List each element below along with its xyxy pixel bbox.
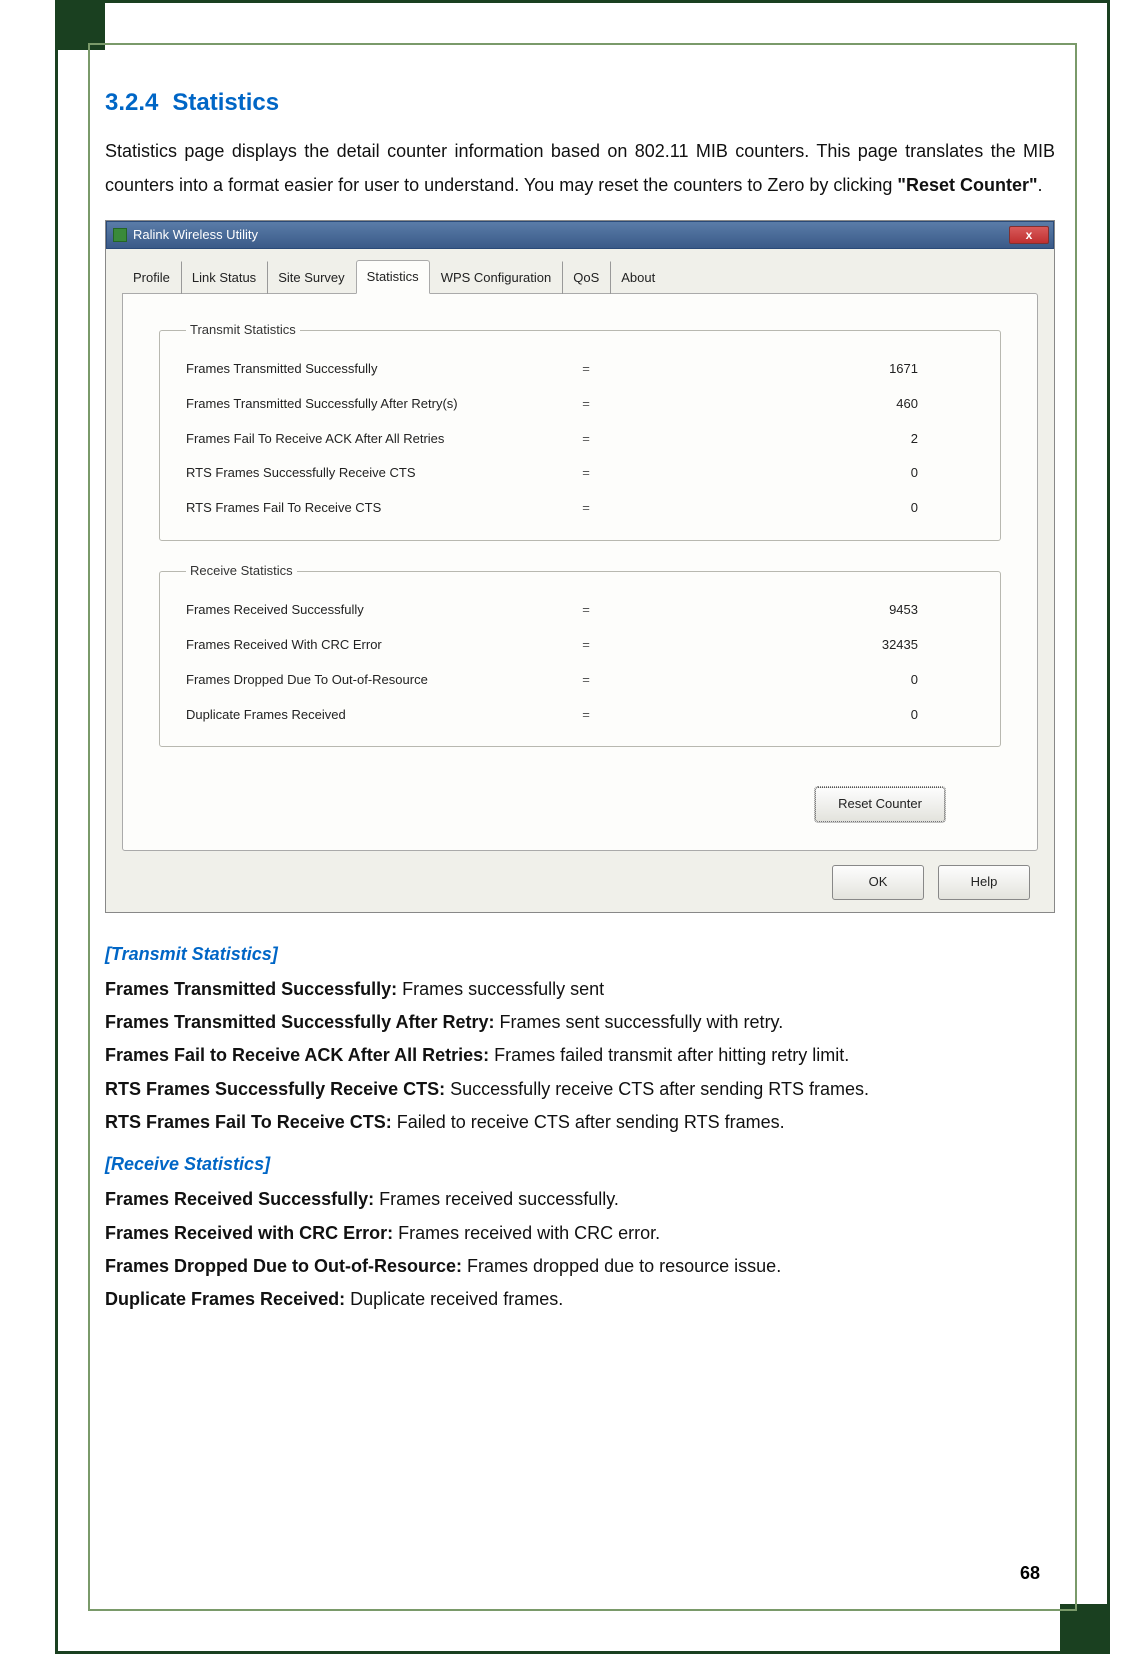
stat-label: Frames Fail To Receive ACK After All Ret… bbox=[186, 427, 526, 452]
stat-value: 0 bbox=[646, 496, 978, 521]
stat-value: 9453 bbox=[646, 598, 978, 623]
equals-sign: = bbox=[526, 427, 646, 452]
tab-qos[interactable]: QoS bbox=[562, 261, 610, 294]
heading-number: 3.2.4 bbox=[105, 89, 158, 116]
description-line: Frames Fail to Receive ACK After All Ret… bbox=[105, 1039, 1055, 1072]
close-button[interactable]: x bbox=[1009, 226, 1049, 244]
transmit-section-heading: [Transmit Statistics] bbox=[105, 937, 1055, 971]
stat-label: Frames Received With CRC Error bbox=[186, 633, 526, 658]
description-def: Frames received successfully. bbox=[379, 1189, 619, 1209]
description-def: Failed to receive CTS after sending RTS … bbox=[397, 1112, 785, 1132]
description-line: Frames Transmitted Successfully: Frames … bbox=[105, 973, 1055, 1006]
reset-counter-button[interactable]: Reset Counter bbox=[815, 787, 945, 822]
stat-label: RTS Frames Successfully Receive CTS bbox=[186, 461, 526, 486]
page-content: 3.2.4 Statistics Statistics page displays… bbox=[105, 80, 1055, 1594]
description-line: RTS Frames Successfully Receive CTS: Suc… bbox=[105, 1073, 1055, 1106]
tab-site-survey[interactable]: Site Survey bbox=[267, 261, 355, 294]
stat-value: 0 bbox=[646, 461, 978, 486]
stat-row: Frames Fail To Receive ACK After All Ret… bbox=[186, 422, 978, 457]
description-term: RTS Frames Fail To Receive CTS: bbox=[105, 1112, 397, 1132]
equals-sign: = bbox=[526, 461, 646, 486]
tab-profile[interactable]: Profile bbox=[122, 261, 181, 294]
description-term: Frames Fail to Receive ACK After All Ret… bbox=[105, 1045, 494, 1065]
description-def: Frames sent successfully with retry. bbox=[499, 1012, 783, 1032]
equals-sign: = bbox=[526, 496, 646, 521]
intro-paragraph: Statistics page displays the detail coun… bbox=[105, 134, 1055, 202]
stat-label: RTS Frames Fail To Receive CTS bbox=[186, 496, 526, 521]
app-icon bbox=[113, 228, 127, 242]
description-def: Frames received with CRC error. bbox=[398, 1223, 660, 1243]
description-term: Frames Dropped Due to Out-of-Resource: bbox=[105, 1256, 467, 1276]
receive-legend: Receive Statistics bbox=[186, 559, 297, 584]
stat-row: Duplicate Frames Received=0 bbox=[186, 698, 978, 733]
tab-link-status[interactable]: Link Status bbox=[181, 261, 267, 294]
stat-label: Frames Received Successfully bbox=[186, 598, 526, 623]
description-line: RTS Frames Fail To Receive CTS: Failed t… bbox=[105, 1106, 1055, 1139]
equals-sign: = bbox=[526, 598, 646, 623]
stat-label: Frames Dropped Due To Out-of-Resource bbox=[186, 668, 526, 693]
ok-button[interactable]: OK bbox=[832, 865, 924, 900]
description-def: Frames failed transmit after hitting ret… bbox=[494, 1045, 849, 1065]
corner-decor-br bbox=[1060, 1604, 1110, 1654]
intro-bold: "Reset Counter" bbox=[897, 175, 1037, 195]
description-term: Duplicate Frames Received: bbox=[105, 1289, 350, 1309]
description-def: Frames dropped due to resource issue. bbox=[467, 1256, 781, 1276]
stat-row: RTS Frames Successfully Receive CTS=0 bbox=[186, 456, 978, 491]
tab-about[interactable]: About bbox=[610, 261, 666, 294]
section-heading: 3.2.4 Statistics bbox=[105, 80, 1055, 126]
receive-fieldset: Receive Statistics Frames Received Succe… bbox=[159, 559, 1001, 747]
heading-title: Statistics bbox=[172, 89, 279, 116]
stat-value: 32435 bbox=[646, 633, 978, 658]
stat-row: Frames Transmitted Successfully=1671 bbox=[186, 352, 978, 387]
equals-sign: = bbox=[526, 703, 646, 728]
description-term: Frames Transmitted Successfully After Re… bbox=[105, 1012, 499, 1032]
window-titlebar: Ralink Wireless Utility x bbox=[106, 221, 1054, 249]
description-term: Frames Received with CRC Error: bbox=[105, 1223, 398, 1243]
tab-wps-configuration[interactable]: WPS Configuration bbox=[430, 261, 563, 294]
description-line: Frames Transmitted Successfully After Re… bbox=[105, 1006, 1055, 1039]
description-line: Frames Received with CRC Error: Frames r… bbox=[105, 1217, 1055, 1250]
equals-sign: = bbox=[526, 357, 646, 382]
transmit-fieldset: Transmit Statistics Frames Transmitted S… bbox=[159, 318, 1001, 541]
description-term: Frames Received Successfully: bbox=[105, 1189, 379, 1209]
stat-label: Frames Transmitted Successfully After Re… bbox=[186, 392, 526, 417]
stat-row: Frames Received Successfully=9453 bbox=[186, 593, 978, 628]
receive-section-heading: [Receive Statistics] bbox=[105, 1147, 1055, 1181]
equals-sign: = bbox=[526, 392, 646, 417]
description-def: Successfully receive CTS after sending R… bbox=[450, 1079, 869, 1099]
stat-label: Frames Transmitted Successfully bbox=[186, 357, 526, 382]
stat-value: 2 bbox=[646, 427, 978, 452]
stat-row: Frames Dropped Due To Out-of-Resource=0 bbox=[186, 663, 978, 698]
stat-value: 0 bbox=[646, 668, 978, 693]
utility-window: Ralink Wireless Utility x ProfileLink St… bbox=[105, 220, 1055, 913]
stat-row: RTS Frames Fail To Receive CTS=0 bbox=[186, 491, 978, 526]
tab-panel-statistics: Transmit Statistics Frames Transmitted S… bbox=[122, 293, 1038, 851]
intro-after: . bbox=[1038, 175, 1043, 195]
stat-value: 0 bbox=[646, 703, 978, 728]
help-button[interactable]: Help bbox=[938, 865, 1030, 900]
stat-row: Frames Received With CRC Error=32435 bbox=[186, 628, 978, 663]
page-number: 68 bbox=[1020, 1563, 1040, 1584]
tab-strip: ProfileLink StatusSite SurveyStatisticsW… bbox=[122, 259, 1038, 293]
stat-value: 460 bbox=[646, 392, 978, 417]
equals-sign: = bbox=[526, 633, 646, 658]
description-line: Frames Dropped Due to Out-of-Resource: F… bbox=[105, 1250, 1055, 1283]
stat-value: 1671 bbox=[646, 357, 978, 382]
description-def: Duplicate received frames. bbox=[350, 1289, 563, 1309]
window-title: Ralink Wireless Utility bbox=[133, 223, 258, 248]
stat-label: Duplicate Frames Received bbox=[186, 703, 526, 728]
equals-sign: = bbox=[526, 668, 646, 693]
stat-row: Frames Transmitted Successfully After Re… bbox=[186, 387, 978, 422]
transmit-legend: Transmit Statistics bbox=[186, 318, 300, 343]
description-def: Frames successfully sent bbox=[402, 979, 604, 999]
description-line: Duplicate Frames Received: Duplicate rec… bbox=[105, 1283, 1055, 1316]
tab-statistics[interactable]: Statistics bbox=[356, 260, 430, 294]
description-term: RTS Frames Successfully Receive CTS: bbox=[105, 1079, 450, 1099]
dialog-body: ProfileLink StatusSite SurveyStatisticsW… bbox=[106, 249, 1054, 912]
description-term: Frames Transmitted Successfully: bbox=[105, 979, 402, 999]
description-line: Frames Received Successfully: Frames rec… bbox=[105, 1183, 1055, 1216]
